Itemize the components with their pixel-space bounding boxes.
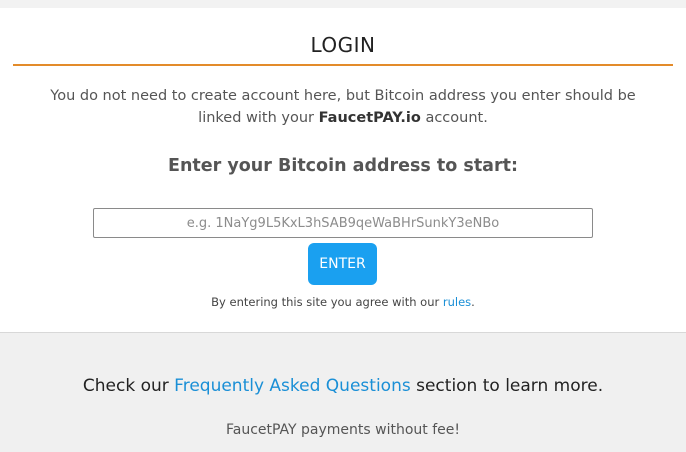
terms-notice: By entering this site you agree with our…: [0, 295, 686, 309]
intro-suffix: account.: [425, 110, 488, 126]
intro-brand: FaucetPAY.io: [318, 110, 421, 126]
enter-button[interactable]: ENTER: [308, 243, 377, 285]
rules-link[interactable]: rules: [443, 295, 471, 309]
faq-suffix: section to learn more.: [416, 376, 604, 396]
faq-prefix: Check our: [82, 376, 169, 396]
faq-notice: Check our Frequently Asked Questions sec…: [0, 376, 686, 396]
intro-text: You do not need to create account here, …: [30, 85, 656, 129]
terms-suffix: .: [471, 295, 475, 309]
title-underline: [13, 64, 673, 66]
address-prompt: Enter your Bitcoin address to start:: [168, 156, 518, 176]
login-title: LOGIN: [310, 33, 376, 57]
section-divider: [0, 332, 686, 333]
top-strip: [0, 0, 686, 8]
bitcoin-address-input[interactable]: [93, 208, 593, 238]
payments-note: FaucetPAY payments without fee!: [225, 422, 460, 438]
faq-link[interactable]: Frequently Asked Questions: [174, 376, 411, 396]
login-card: LOGIN You do not need to create account …: [0, 8, 686, 332]
terms-prefix: By entering this site you agree with our: [211, 295, 440, 309]
